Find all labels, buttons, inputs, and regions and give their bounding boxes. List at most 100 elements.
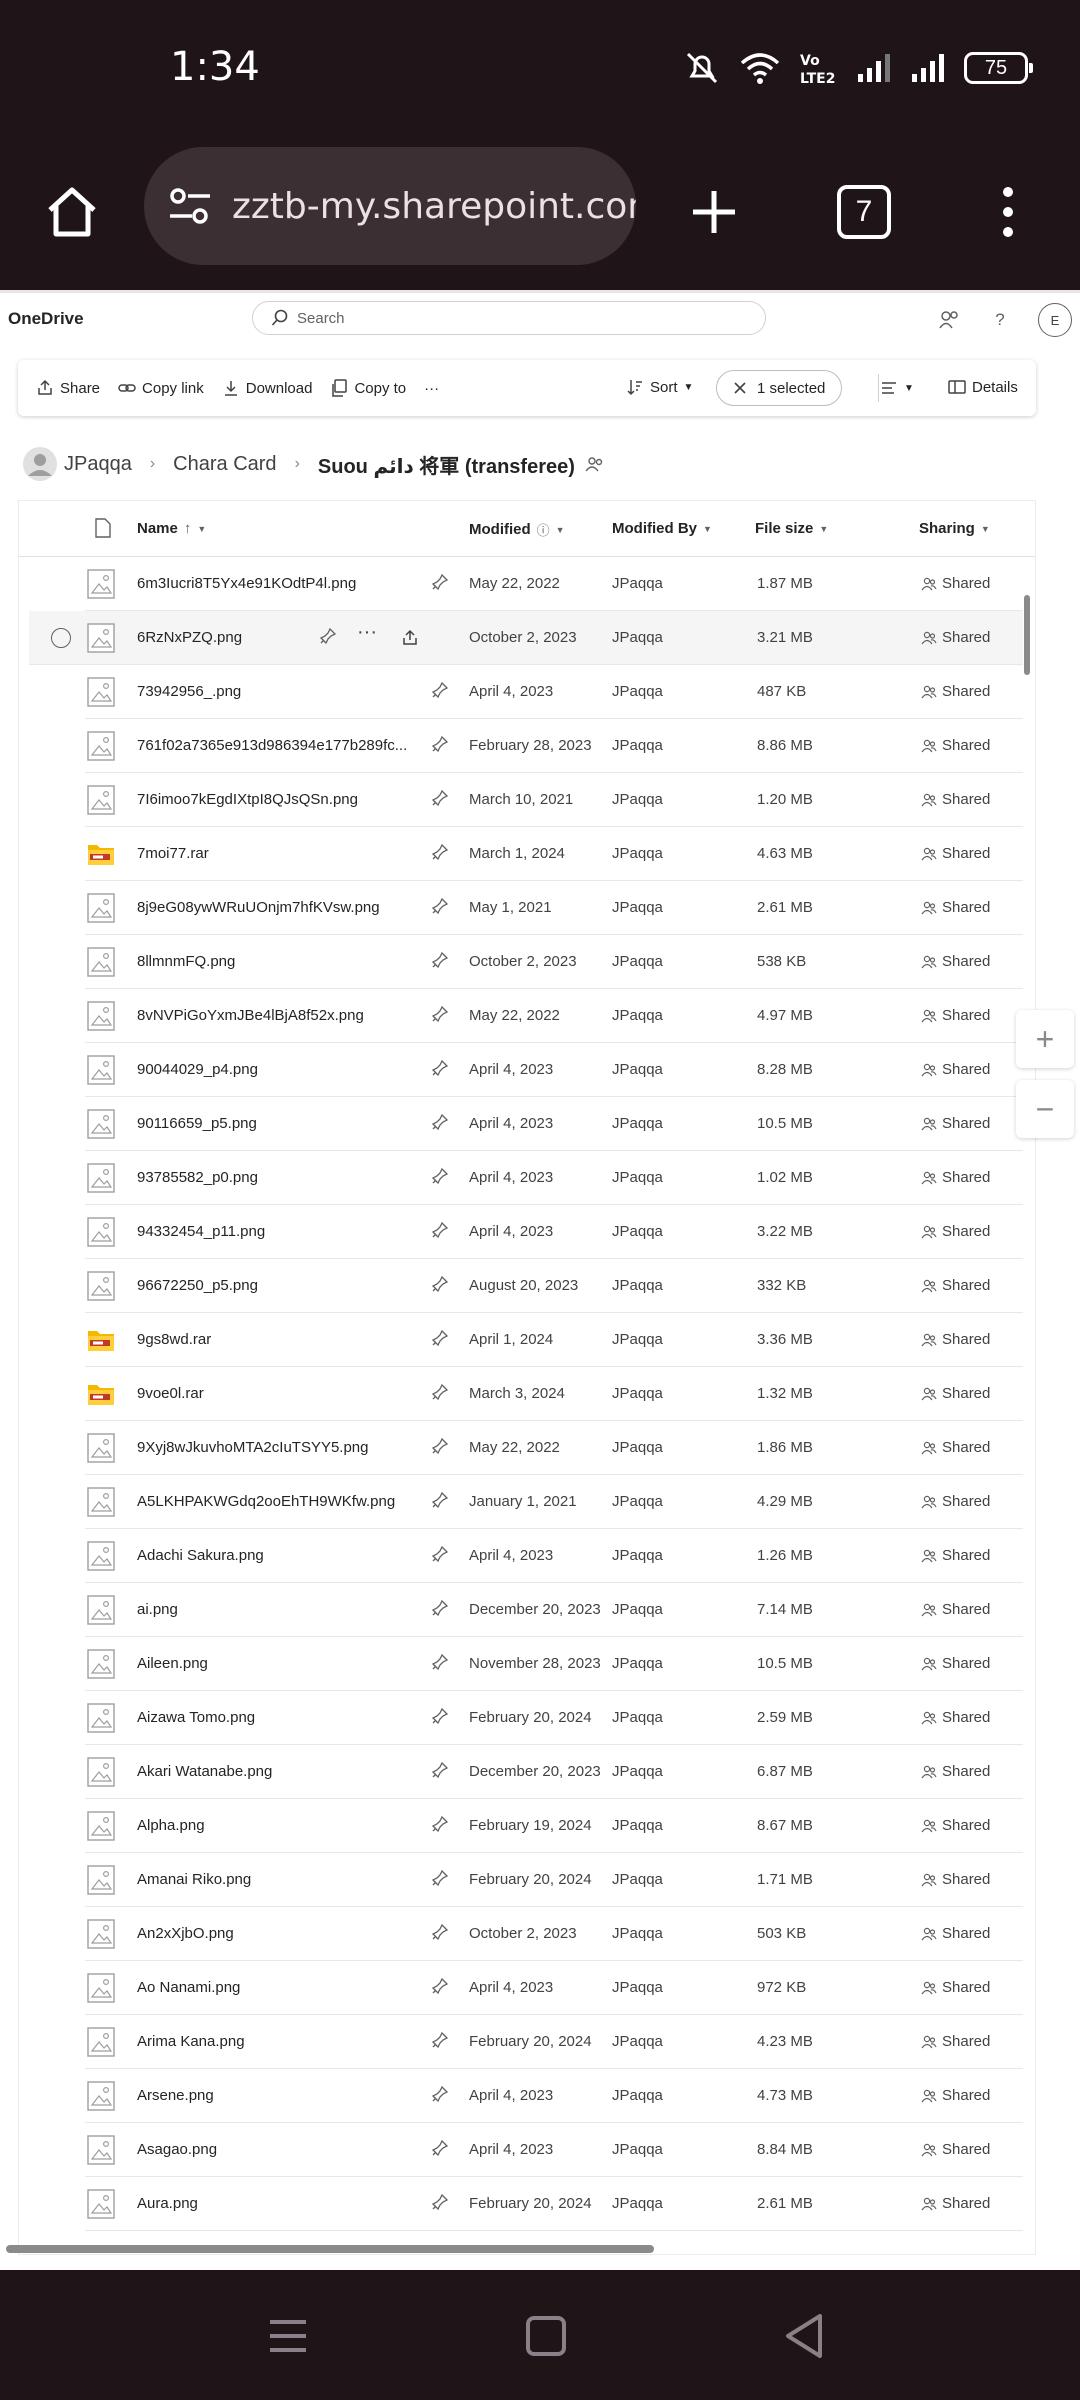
modified-by[interactable]: JPaqqa xyxy=(612,1115,663,1132)
horizontal-scrollbar[interactable] xyxy=(6,2245,654,2253)
pin-icon[interactable] xyxy=(431,1113,449,1131)
details-button[interactable]: Details xyxy=(948,378,1018,396)
file-name[interactable]: 7moi77.rar xyxy=(137,845,209,862)
file-name[interactable]: 9voe0l.rar xyxy=(137,1385,204,1402)
table-row[interactable]: Adachi Sakura.png April 4, 2023 JPaqqa 1.26… xyxy=(85,1529,1023,1583)
help-button[interactable]: ? xyxy=(987,307,1013,333)
pin-icon[interactable] xyxy=(431,573,449,591)
pin-icon[interactable] xyxy=(431,1977,449,1995)
table-row[interactable]: Alpha.png February 19, 2024 JPaqqa 8.67 MB S… xyxy=(85,1799,1023,1853)
table-row[interactable]: 7I6imoo7kEgdIXtpI8QJsQSn.png March 10, 20… xyxy=(85,773,1023,827)
browser-menu-button[interactable] xyxy=(972,176,1044,248)
share-icon[interactable] xyxy=(401,629,419,647)
table-row[interactable]: 8vNVPiGoYxmJBe4lBjA8f52x.png May 22, 2022… xyxy=(85,989,1023,1043)
sharing-status[interactable]: Shared xyxy=(921,1439,990,1456)
file-name[interactable]: 7I6imoo7kEgdIXtpI8QJsQSn.png xyxy=(137,791,358,808)
column-name[interactable]: Name ↑ ▼ xyxy=(137,520,206,537)
file-name[interactable]: 90044029_p4.png xyxy=(137,1061,258,1078)
modified-by[interactable]: JPaqqa xyxy=(612,1871,663,1888)
pin-icon[interactable] xyxy=(431,951,449,969)
table-row[interactable]: 73942956_.png April 4, 2023 JPaqqa 487 KB Sh… xyxy=(85,665,1023,719)
column-file-size[interactable]: File size ▼ xyxy=(755,520,828,537)
sharing-status[interactable]: Shared xyxy=(921,791,990,808)
file-name[interactable]: 96672250_p5.png xyxy=(137,1277,258,1294)
table-row[interactable]: Arsene.png April 4, 2023 JPaqqa 4.73 MB Shar… xyxy=(85,2069,1023,2123)
modified-by[interactable]: JPaqqa xyxy=(612,1547,663,1564)
file-name[interactable]: Aura.png xyxy=(137,2195,198,2212)
sharing-status[interactable]: Shared xyxy=(921,1493,990,1510)
pin-icon[interactable] xyxy=(431,1329,449,1347)
sharing-status[interactable]: Shared xyxy=(921,1007,990,1024)
file-name[interactable]: 9Xyj8wJkuvhoMTA2cIuTSYY5.png xyxy=(137,1439,369,1456)
pin-icon[interactable] xyxy=(431,843,449,861)
pin-icon[interactable] xyxy=(431,1167,449,1185)
sharing-status[interactable]: Shared xyxy=(921,1115,990,1132)
zoom-out-button[interactable]: − xyxy=(1016,1080,1074,1138)
new-tab-button[interactable] xyxy=(678,176,750,248)
sharing-status[interactable]: Shared xyxy=(921,1331,990,1348)
table-row[interactable]: A5LKHPAKWGdq2ooEhTH9WKfw.png January 1, 2… xyxy=(85,1475,1023,1529)
file-name[interactable]: A5LKHPAKWGdq2ooEhTH9WKfw.png xyxy=(137,1493,395,1510)
modified-by[interactable]: JPaqqa xyxy=(612,1169,663,1186)
file-name[interactable]: Aileen.png xyxy=(137,1655,208,1672)
more-commands-button[interactable]: ··· xyxy=(424,380,439,397)
home-nav-icon[interactable] xyxy=(516,2306,576,2366)
sharing-status[interactable]: Shared xyxy=(921,1223,990,1240)
pin-icon[interactable] xyxy=(431,897,449,915)
sort-button[interactable]: Sort ▼ xyxy=(626,378,693,396)
search-input[interactable]: Search xyxy=(252,301,766,335)
selection-pill[interactable]: 1 selected xyxy=(716,370,843,406)
file-name[interactable]: Arima Kana.png xyxy=(137,2033,245,2050)
table-row[interactable]: Aizawa Tomo.png February 20, 2024 JPaqqa 2.… xyxy=(85,1691,1023,1745)
table-row[interactable]: An2xXjbO.png October 2, 2023 JPaqqa 503 KB S… xyxy=(85,1907,1023,1961)
view-options-button[interactable]: ▼ xyxy=(880,379,914,397)
file-name[interactable]: 6RzNxPZQ.png xyxy=(137,629,242,646)
pin-icon[interactable] xyxy=(431,1761,449,1779)
file-name[interactable]: 6m3Iucri8T5Yx4e91KOdtP4l.png xyxy=(137,575,356,592)
table-row[interactable]: 6m3Iucri8T5Yx4e91KOdtP4l.png May 22, 2022… xyxy=(85,557,1023,611)
modified-by[interactable]: JPaqqa xyxy=(612,1331,663,1348)
table-row[interactable]: Ao Nanami.png April 4, 2023 JPaqqa 972 KB Sh… xyxy=(85,1961,1023,2015)
pin-icon[interactable] xyxy=(431,735,449,753)
file-name[interactable]: Aizawa Tomo.png xyxy=(137,1709,255,1726)
sharing-status[interactable]: Shared xyxy=(921,1979,990,1996)
file-name[interactable]: 93785582_p0.png xyxy=(137,1169,258,1186)
sharing-status[interactable]: Shared xyxy=(921,1547,990,1564)
row-more-button[interactable]: ··· xyxy=(357,621,377,644)
sharing-status[interactable]: Shared xyxy=(921,1061,990,1078)
file-name[interactable]: Adachi Sakura.png xyxy=(137,1547,264,1564)
modified-by[interactable]: JPaqqa xyxy=(612,683,663,700)
sharing-status[interactable]: Shared xyxy=(921,2195,990,2212)
modified-by[interactable]: JPaqqa xyxy=(612,737,663,754)
pin-icon[interactable] xyxy=(431,1221,449,1239)
table-row[interactable]: 90044029_p4.png April 4, 2023 JPaqqa 8.28 M… xyxy=(85,1043,1023,1097)
sharing-status[interactable]: Shared xyxy=(921,1817,990,1834)
table-row[interactable]: Aileen.png November 28, 2023 JPaqqa 10.5 MB… xyxy=(85,1637,1023,1691)
modified-by[interactable]: JPaqqa xyxy=(612,1817,663,1834)
file-name[interactable]: 90116659_p5.png xyxy=(137,1115,257,1132)
table-row[interactable]: Arima Kana.png February 20, 2024 JPaqqa 4.2… xyxy=(85,2015,1023,2069)
table-row[interactable]: 9voe0l.rar March 3, 2024 JPaqqa 1.32 MB Shar… xyxy=(85,1367,1023,1421)
pin-icon[interactable] xyxy=(431,1005,449,1023)
file-name[interactable]: 8vNVPiGoYxmJBe4lBjA8f52x.png xyxy=(137,1007,364,1024)
column-modified-by[interactable]: Modified By ▼ xyxy=(612,520,712,537)
recent-apps-icon[interactable] xyxy=(258,2306,318,2366)
modified-by[interactable]: JPaqqa xyxy=(612,2033,663,2050)
copy-to-button[interactable]: Copy to xyxy=(330,379,406,397)
table-row[interactable]: 761f02a7365e913d986394e177b289fc... Febru… xyxy=(85,719,1023,773)
share-button[interactable]: Share xyxy=(36,379,100,397)
pin-icon[interactable] xyxy=(431,2193,449,2211)
modified-by[interactable]: JPaqqa xyxy=(612,1007,663,1024)
pin-icon[interactable] xyxy=(431,1059,449,1077)
meet-now-button[interactable] xyxy=(936,307,962,333)
table-row[interactable]: 90116659_p5.png April 4, 2023 JPaqqa 10.5 M… xyxy=(85,1097,1023,1151)
pin-icon[interactable] xyxy=(431,789,449,807)
sharing-status[interactable]: Shared xyxy=(921,1601,990,1618)
pin-icon[interactable] xyxy=(431,1275,449,1293)
pin-icon[interactable] xyxy=(431,1437,449,1455)
file-name[interactable]: 761f02a7365e913d986394e177b289fc... xyxy=(137,737,407,754)
breadcrumb-folder[interactable]: Chara Card xyxy=(173,453,276,476)
sharing-status[interactable]: Shared xyxy=(921,2141,990,2158)
table-row[interactable]: 93785582_p0.png April 4, 2023 JPaqqa 1.02 M… xyxy=(85,1151,1023,1205)
modified-by[interactable]: JPaqqa xyxy=(612,1601,663,1618)
